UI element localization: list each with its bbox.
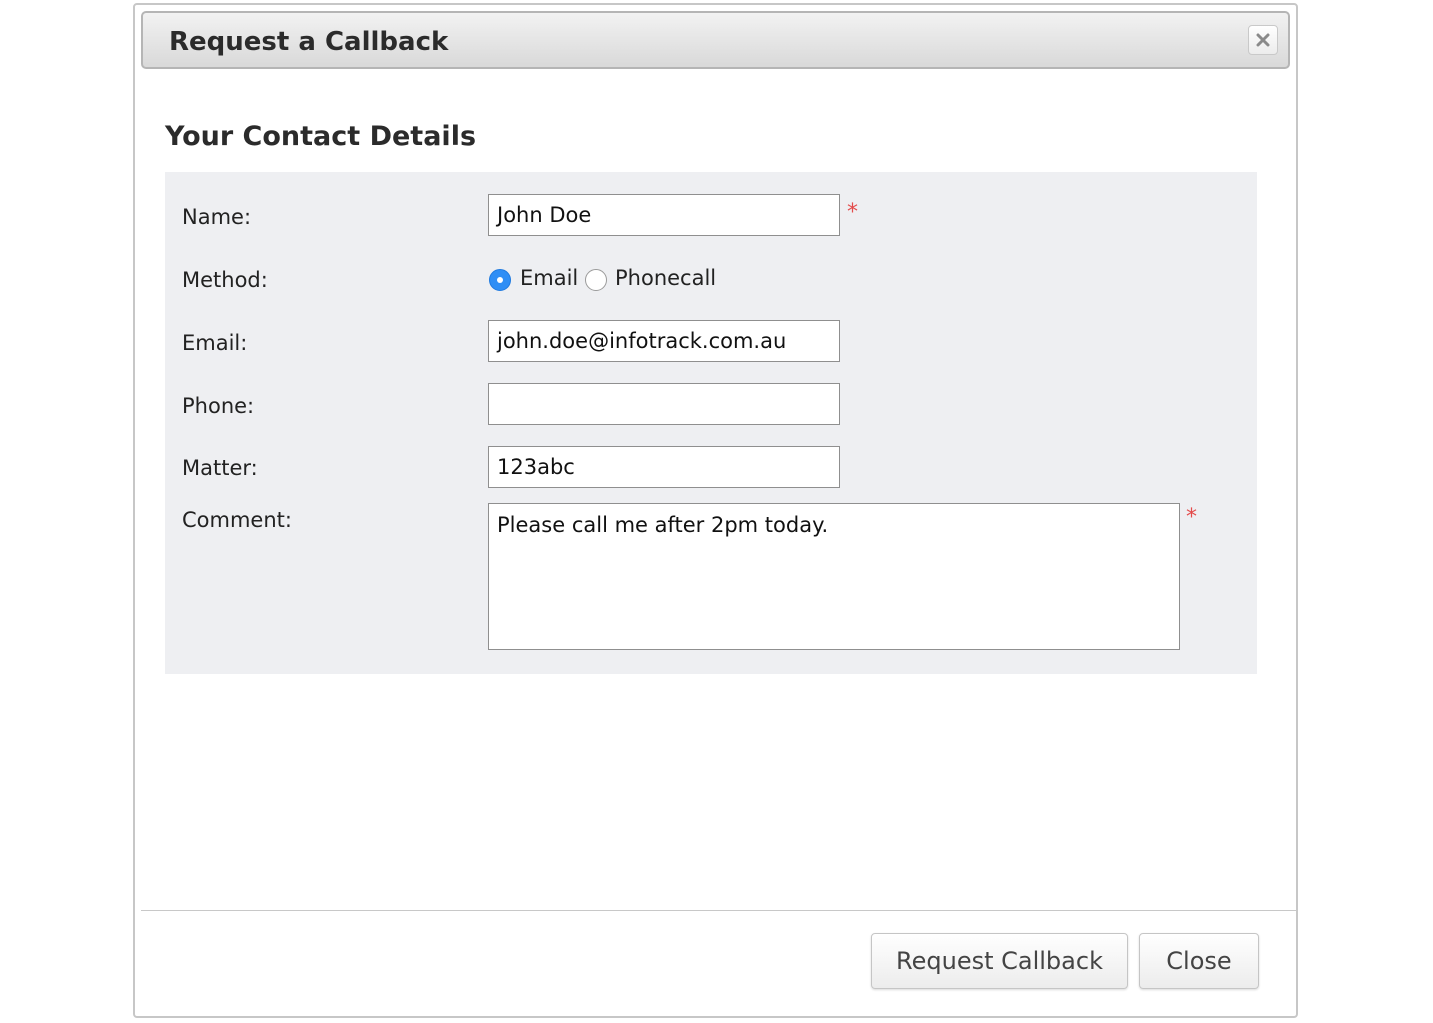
comment-textarea[interactable]: Please call me after 2pm today.: [488, 503, 1180, 650]
matter-label: Matter:: [182, 456, 258, 480]
phone-label: Phone:: [182, 394, 255, 418]
request-callback-button[interactable]: Request Callback: [871, 933, 1128, 989]
phone-field[interactable]: [488, 383, 840, 425]
method-email-label[interactable]: Email: [520, 266, 578, 290]
matter-field[interactable]: 123abc: [488, 446, 840, 488]
method-label: Method:: [182, 268, 268, 292]
email-label: Email:: [182, 331, 248, 355]
method-phonecall-label[interactable]: Phonecall: [615, 266, 716, 290]
comment-required-marker: *: [1186, 505, 1197, 530]
dialog-close-button[interactable]: [1248, 25, 1278, 55]
close-icon: [1256, 33, 1270, 47]
dialog-title: Request a Callback: [169, 27, 449, 57]
footer-divider: [141, 910, 1296, 911]
email-field[interactable]: john.doe@infotrack.com.au: [488, 320, 840, 362]
name-field[interactable]: John Doe: [488, 194, 840, 236]
name-required-marker: *: [847, 200, 858, 225]
dialog-titlebar: Request a Callback: [141, 11, 1290, 69]
method-email-radio[interactable]: [489, 269, 511, 291]
contact-form: Name: John Doe * Method: Email Phonecall…: [165, 172, 1257, 674]
comment-label: Comment:: [182, 508, 292, 532]
name-label: Name:: [182, 205, 252, 229]
close-button[interactable]: Close: [1139, 933, 1259, 989]
method-phonecall-radio[interactable]: [585, 269, 607, 291]
callback-dialog: Request a Callback Your Contact Details …: [133, 3, 1298, 1018]
section-title: Your Contact Details: [165, 121, 477, 152]
